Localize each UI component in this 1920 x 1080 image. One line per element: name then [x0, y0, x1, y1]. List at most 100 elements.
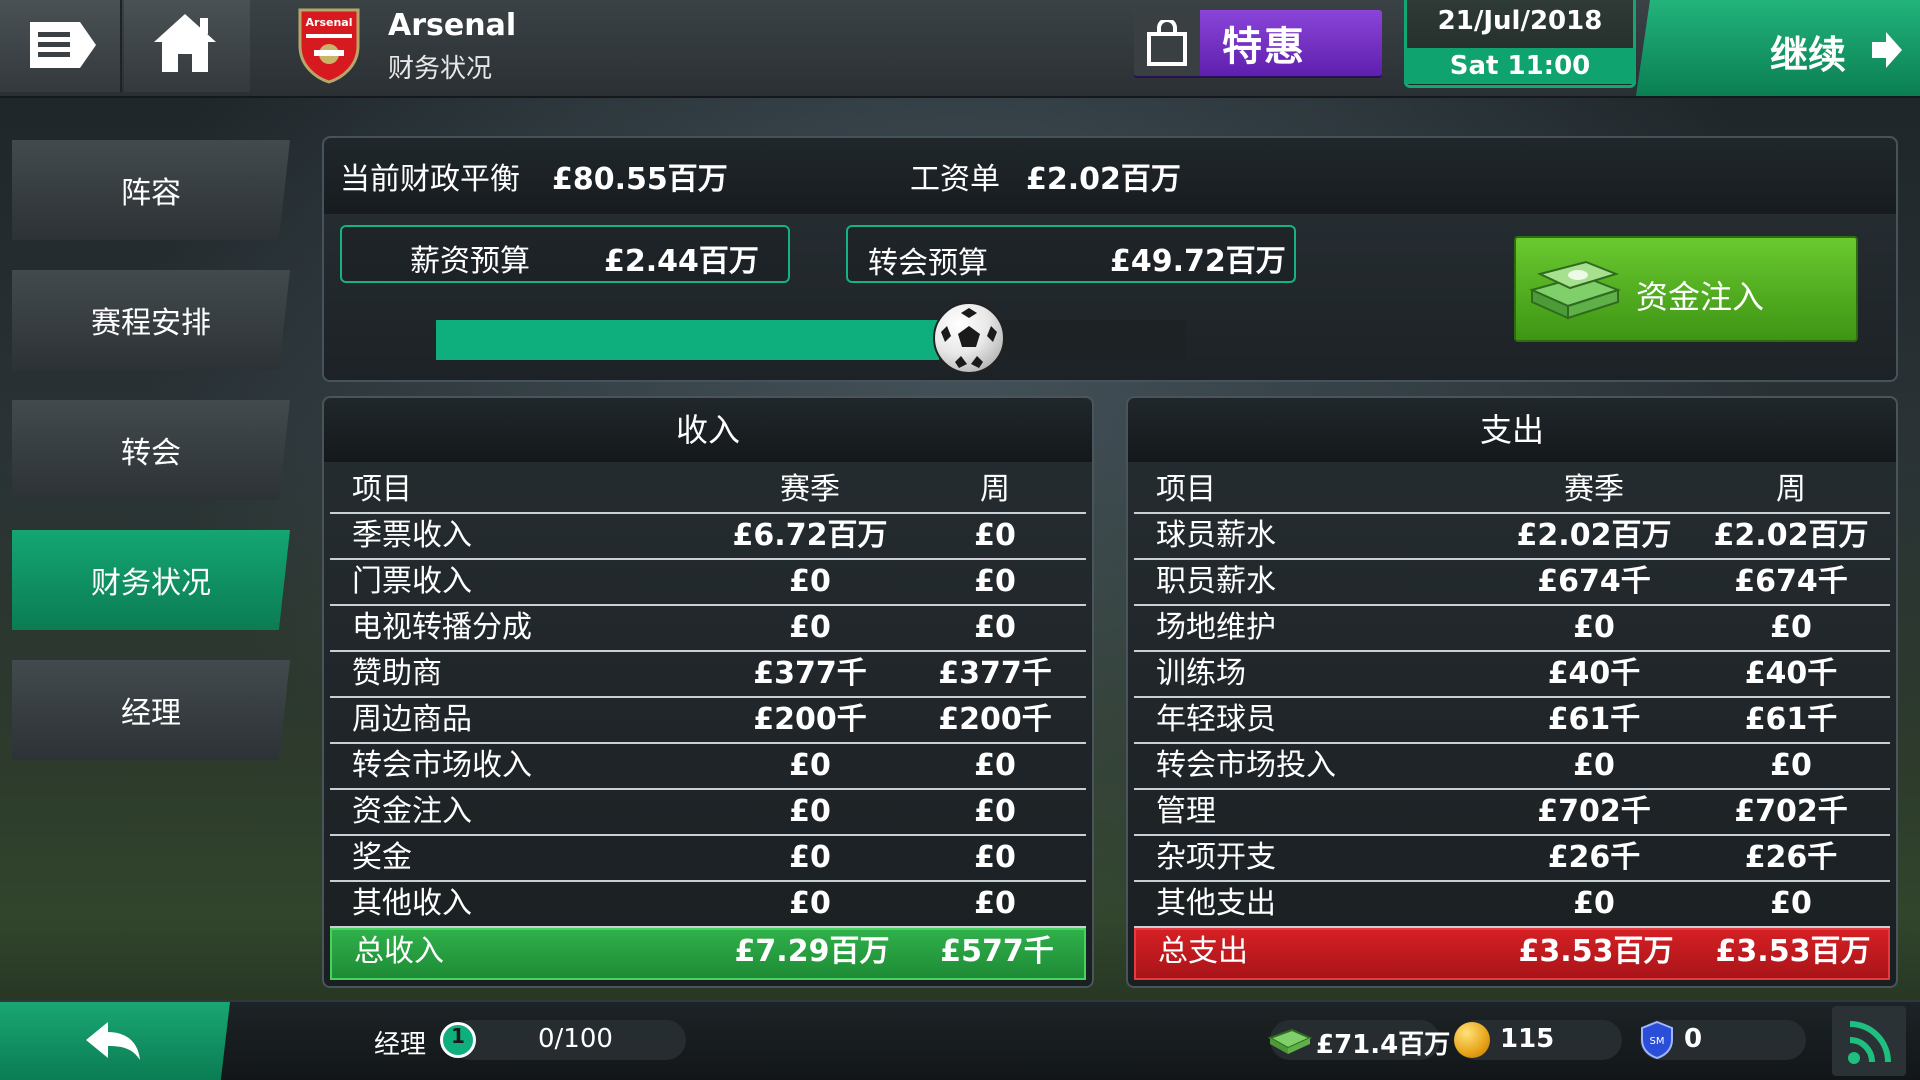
football-icon — [941, 308, 997, 368]
column-header: 周 — [980, 472, 1010, 507]
row-season-value: £0 — [1573, 748, 1615, 783]
club-crest-logo: Arsenal — [298, 8, 360, 84]
row-item: 转会市场收入 — [352, 748, 532, 783]
row-item: 其他收入 — [352, 886, 472, 921]
table-row: 训练场 £40千 £40千 — [1134, 652, 1890, 698]
table-row: 转会市场收入 £0 £0 — [330, 744, 1086, 790]
cash-amount: £71.4百万 — [1316, 1030, 1451, 1060]
expense-title: 支出 — [1128, 398, 1896, 462]
nav-transfers[interactable]: 转会 — [12, 400, 290, 500]
table-row: 管理 £702千 £702千 — [1134, 790, 1890, 836]
row-week-value: £0 — [974, 886, 1016, 921]
row-item: 转会市场投入 — [1156, 748, 1336, 783]
club-name: Arsenal — [388, 8, 517, 43]
row-season-value: £0 — [789, 886, 831, 921]
arrow-right-icon — [1872, 32, 1902, 68]
total-season: £7.29百万 — [734, 934, 890, 969]
table-row: 其他支出 £0 £0 — [1134, 882, 1890, 928]
row-item: 奖金 — [352, 840, 412, 875]
row-item: 资金注入 — [352, 794, 472, 829]
row-season-value: £2.02百万 — [1516, 518, 1672, 553]
menu-icon — [30, 22, 96, 68]
row-item: 门票收入 — [352, 564, 472, 599]
cash-injection-label: 资金注入 — [1636, 278, 1765, 316]
total-label: 总支出 — [1158, 934, 1248, 969]
row-week-value: £0 — [974, 748, 1016, 783]
row-season-value: £0 — [789, 840, 831, 875]
table-row: 杂项开支 £26千 £26千 — [1134, 836, 1890, 882]
total-label: 总收入 — [354, 934, 444, 969]
crest-text: Arsenal — [306, 16, 353, 29]
news-feed-button[interactable] — [1832, 1006, 1906, 1076]
wage-budget-label: 薪资预算 — [410, 244, 530, 279]
row-item: 杂项开支 — [1156, 840, 1276, 875]
income-title: 收入 — [324, 398, 1092, 462]
offer-label: 特惠 — [1222, 24, 1306, 70]
row-week-value: £61千 — [1744, 702, 1838, 737]
column-header: 周 — [1776, 472, 1806, 507]
income-header-row: 项目 赛季 周 — [330, 468, 1086, 514]
table-row: 其他收入 £0 £0 — [330, 882, 1086, 928]
nav-schedule[interactable]: 赛程安排 — [12, 270, 290, 370]
table-row: 季票收入 £6.72百万 £0 — [330, 514, 1086, 560]
back-button[interactable] — [0, 1002, 230, 1080]
table-row: 场地维护 £0 £0 — [1134, 606, 1890, 652]
row-season-value: £702千 — [1537, 794, 1651, 829]
income-total-row: 总收入 £7.29百万 £577千 — [330, 928, 1086, 980]
football-slider-handle-icon[interactable] — [933, 302, 1005, 374]
tokens-amount: 0 — [1684, 1024, 1703, 1054]
row-item: 训练场 — [1156, 656, 1246, 691]
nav-label: 经理 — [121, 696, 181, 731]
row-week-value: £200千 — [938, 702, 1052, 737]
row-season-value: £26千 — [1547, 840, 1641, 875]
column-header: 赛季 — [780, 472, 840, 507]
row-item: 年轻球员 — [1156, 702, 1276, 737]
page-subtitle: 财务状况 — [388, 54, 493, 84]
row-week-value: £0 — [974, 794, 1016, 829]
menu-button[interactable] — [0, 0, 122, 92]
row-week-value: £0 — [974, 610, 1016, 645]
row-season-value: £0 — [789, 748, 831, 783]
row-season-value: £0 — [789, 564, 831, 599]
manager-xp: 0/100 — [538, 1024, 613, 1054]
total-season: £3.53百万 — [1518, 934, 1674, 969]
row-season-value: £0 — [789, 610, 831, 645]
row-week-value: £0 — [1770, 748, 1812, 783]
row-week-value: £0 — [1770, 886, 1812, 921]
home-button[interactable] — [124, 0, 250, 92]
row-week-value: £2.02百万 — [1713, 518, 1869, 553]
budget-slider-fill — [436, 320, 939, 360]
row-week-value: £702千 — [1734, 794, 1848, 829]
table-row: 赞助商 £377千 £377千 — [330, 652, 1086, 698]
row-week-value: £0 — [974, 518, 1016, 553]
balance-label: 当前财政平衡 — [340, 162, 520, 197]
cash-stack-icon — [1529, 260, 1621, 320]
row-season-value: £61千 — [1547, 702, 1641, 737]
wage-budget-value: £2.44百万 — [604, 244, 759, 279]
nav-label: 阵容 — [121, 176, 181, 211]
row-item: 其他支出 — [1156, 886, 1276, 921]
row-week-value: £0 — [974, 840, 1016, 875]
expense-total-row: 总支出 £3.53百万 £3.53百万 — [1134, 928, 1890, 980]
nav-manager[interactable]: 经理 — [12, 660, 290, 760]
manager-label: 经理 — [374, 1030, 427, 1060]
total-week: £577千 — [940, 934, 1054, 969]
expense-header-row: 项目 赛季 周 — [1134, 468, 1890, 514]
row-week-value: £26千 — [1744, 840, 1838, 875]
home-icon — [154, 14, 216, 72]
manager-level: 1 — [451, 1024, 465, 1048]
table-row: 转会市场投入 £0 £0 — [1134, 744, 1890, 790]
row-season-value: £674千 — [1537, 564, 1651, 599]
nav-squad[interactable]: 阵容 — [12, 140, 290, 240]
bottom-bar — [0, 1000, 1920, 1080]
column-header: 赛季 — [1564, 472, 1624, 507]
transfer-budget-label: 转会预算 — [868, 246, 988, 281]
column-header: 项目 — [352, 472, 412, 507]
row-item: 球员薪水 — [1156, 518, 1276, 553]
row-item: 赞助商 — [352, 656, 442, 691]
nav-finances[interactable]: 财务状况 — [12, 530, 290, 630]
payroll-label: 工资单 — [910, 162, 1000, 197]
balance-value: £80.55百万 — [552, 162, 728, 197]
current-day-time: Sat 11:00 — [1404, 48, 1636, 84]
nav-label: 转会 — [121, 436, 181, 471]
